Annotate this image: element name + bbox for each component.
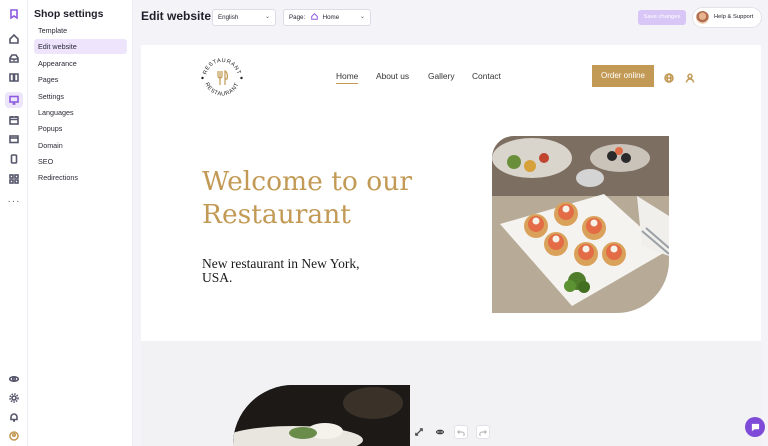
section-food-image[interactable] — [233, 385, 410, 446]
calendar-icon[interactable] — [5, 112, 23, 128]
apps-icon[interactable] — [5, 171, 23, 187]
eye-icon[interactable] — [5, 371, 23, 387]
book-icon[interactable] — [5, 69, 23, 85]
sidebar-item-appearance[interactable]: Appearance — [34, 56, 127, 71]
sidebar-title: Shop settings — [34, 8, 104, 20]
settings-sidebar: Shop settings Template Edit website Appe… — [28, 0, 133, 446]
restaurant-logo[interactable]: RESTAURANT RESTAURANT — [198, 54, 246, 102]
sidebar-item-domain[interactable]: Domain — [34, 138, 127, 153]
save-changes-button[interactable]: Save changes — [638, 10, 686, 25]
chat-support-button[interactable] — [745, 417, 765, 437]
nav-about-us[interactable]: About us — [376, 71, 409, 81]
icon-rail: ··· — [0, 0, 28, 446]
nav-contact[interactable]: Contact — [472, 71, 501, 81]
user-icon[interactable] — [685, 70, 695, 83]
sidebar-item-languages[interactable]: Languages — [34, 105, 127, 120]
sidebar-item-pages[interactable]: Pages — [34, 72, 127, 87]
page-select-label: Page: — [289, 14, 306, 21]
page-title: Edit website — [141, 9, 212, 23]
home-icon — [311, 13, 318, 20]
logo-icon[interactable] — [5, 6, 23, 22]
more-icon[interactable]: ··· — [0, 196, 28, 207]
support-avatar — [696, 11, 709, 24]
sidebar-item-template[interactable]: Template — [34, 23, 127, 38]
website-preview: RESTAURANT RESTAURANT Home About us Gall… — [141, 45, 761, 446]
chevron-down-icon: ⌄ — [264, 14, 270, 20]
sidebar-item-seo[interactable]: SEO — [34, 154, 127, 169]
hero-heading: Welcome to our Restaurant — [202, 166, 412, 230]
page-select-value: Home — [322, 14, 340, 21]
avatar-icon[interactable] — [5, 428, 23, 444]
chevron-down-icon: ⌄ — [359, 14, 365, 20]
chat-icon — [751, 423, 759, 431]
help-support-button[interactable]: Help & Support — [692, 7, 762, 28]
nav-gallery[interactable]: Gallery — [428, 71, 455, 81]
help-support-label: Help & Support — [714, 14, 754, 20]
hero-section: RESTAURANT RESTAURANT Home About us Gall… — [141, 45, 761, 341]
sidebar-item-settings[interactable]: Settings — [34, 89, 127, 104]
hero-subheading: New restaurant in New York, USA. — [202, 256, 360, 285]
language-select[interactable]: English ⌄ — [212, 9, 276, 26]
nav-home[interactable]: Home — [336, 71, 359, 84]
undo-icon[interactable] — [454, 425, 468, 439]
language-select-value: English — [218, 14, 239, 21]
preview-eye-icon[interactable] — [433, 425, 447, 439]
bell-icon[interactable] — [5, 409, 23, 425]
wallet-icon[interactable] — [5, 131, 23, 147]
inbox-icon[interactable] — [5, 50, 23, 66]
monitor-icon[interactable] — [5, 92, 23, 108]
sidebar-item-redirections[interactable]: Redirections — [34, 170, 127, 185]
sidebar-item-edit-website[interactable]: Edit website — [34, 39, 127, 54]
redo-icon[interactable] — [476, 425, 490, 439]
hero-food-image[interactable] — [492, 136, 669, 313]
mobile-icon[interactable] — [5, 151, 23, 167]
home-icon[interactable] — [5, 31, 23, 47]
gear-icon[interactable] — [5, 390, 23, 406]
order-online-button[interactable]: Order online — [592, 65, 654, 87]
globe-icon[interactable] — [664, 70, 674, 83]
expand-icon[interactable] — [412, 425, 426, 439]
page-select[interactable]: Page: Home ⌄ — [283, 9, 371, 26]
sidebar-item-popups[interactable]: Popups — [34, 121, 127, 136]
